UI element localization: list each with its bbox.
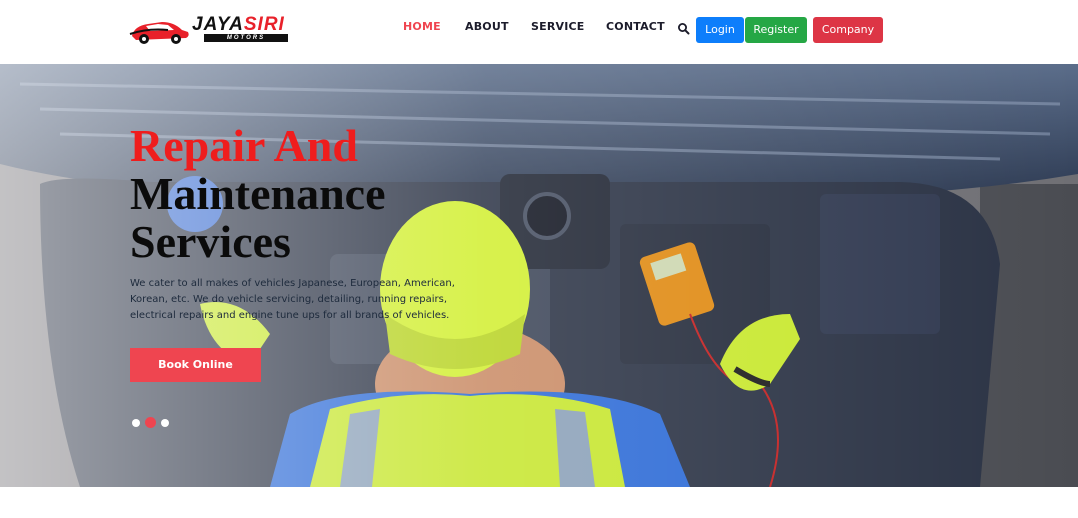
slider-dot-2-active[interactable] (145, 417, 156, 428)
brand-name: JAYASIRI (192, 14, 285, 36)
nav-home[interactable]: HOME (403, 20, 441, 33)
brand-subtitle: MOTORS (204, 34, 288, 42)
search-icon[interactable] (677, 22, 691, 36)
hero-title-line2: Maintenance (130, 168, 386, 219)
nav-about[interactable]: ABOUT (465, 20, 509, 33)
slider-dot-3[interactable] (161, 419, 169, 427)
hero-description: We cater to all makes of vehicles Japane… (130, 278, 455, 321)
nav-contact[interactable]: CONTACT (606, 20, 665, 33)
nav-service[interactable]: SERVICE (531, 20, 585, 33)
book-online-button[interactable]: Book Online (130, 348, 261, 382)
page-content-below-hero (0, 487, 1078, 518)
slider-dot-1[interactable] (132, 419, 140, 427)
brand-logo[interactable]: JAYASIRI MOTORS (128, 14, 293, 46)
hero-title-line3: Services (130, 216, 291, 267)
car-logo-icon (129, 22, 189, 44)
site-header: JAYASIRI MOTORS HOME ABOUT SERVICE CONTA… (0, 0, 1078, 64)
login-button[interactable]: Login (696, 17, 744, 43)
brand-name-part1: JAYA (192, 14, 244, 35)
hero-slider: Repair And Maintenance Services We cater… (0, 64, 1078, 487)
hero-title: Repair And Maintenance Services (130, 122, 386, 266)
company-button[interactable]: Company (813, 17, 883, 43)
brand-name-part2: SIRI (243, 14, 285, 35)
hero-title-line1: Repair And (130, 120, 358, 171)
register-button[interactable]: Register (745, 17, 807, 43)
